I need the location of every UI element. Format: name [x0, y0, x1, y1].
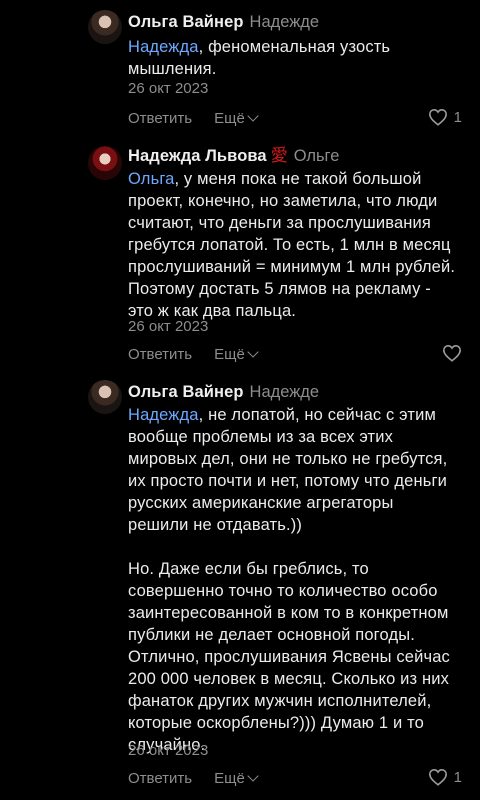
more-label: Ещё	[214, 346, 245, 363]
more-label: Ещё	[214, 110, 245, 127]
avatar[interactable]	[88, 10, 122, 44]
text-line: Отлично, прослушивания Ясвены сейчас	[128, 648, 450, 666]
text-line: проект, конечно, но заметила, что люди	[128, 192, 438, 210]
comment-text: Надежда, не лопатой, но сейчас с этим во…	[128, 404, 464, 756]
author-name[interactable]: Ольга Вайнер	[128, 13, 244, 31]
comment-date: 26 окт 2023	[128, 318, 209, 335]
like-button[interactable]: 1	[428, 768, 462, 786]
heart-icon	[428, 768, 448, 786]
reply-to[interactable]: Надежде	[250, 383, 320, 401]
reply-to[interactable]: Надежде	[250, 13, 320, 31]
text-line: русских американские агрегаторы	[128, 494, 394, 512]
mention-link[interactable]: Ольга	[128, 170, 174, 188]
chevron-down-icon	[247, 770, 259, 782]
heart-icon	[428, 108, 448, 126]
reply-button[interactable]: Ответить	[128, 346, 192, 363]
text-line: мировых дел, они не только не гребутся,	[128, 450, 448, 468]
text-line: совершенно точно то количество особо	[128, 582, 438, 600]
text-line: считают, что деньги за прослушивания	[128, 214, 432, 232]
comment-header: Ольга Вайнер Надежде	[128, 382, 319, 402]
author-name[interactable]: Ольга Вайнер	[128, 383, 244, 401]
text-line: мышления.	[128, 60, 217, 78]
author-badge: 愛	[270, 146, 288, 165]
comment-text: Надежда, феноменальная узость мышления.	[128, 36, 464, 80]
chevron-down-icon	[247, 110, 259, 122]
more-button[interactable]: Ещё	[214, 346, 259, 363]
chevron-down-icon	[247, 346, 259, 358]
mention-link[interactable]: Надежда	[128, 406, 199, 424]
like-button[interactable]	[442, 344, 462, 362]
comment-actions: Ответить Ещё	[128, 346, 259, 363]
text-line: публики не делает основной погоды.	[128, 626, 415, 644]
text-line: которые оскорблены?))) Думаю 1 и то	[128, 714, 424, 732]
comment-date: 26 окт 2023	[128, 742, 209, 759]
text-line: , у меня пока не такой большой	[174, 170, 422, 188]
comment-text: Ольга, у меня пока не такой большой прое…	[128, 168, 464, 322]
text-line: 200 000 человек в месяц. Сколько из них	[128, 670, 449, 688]
text-line: Поэтому достать 5 лямов на рекламу -	[128, 280, 431, 298]
mention-link[interactable]: Надежда	[128, 38, 199, 56]
reply-button[interactable]: Ответить	[128, 110, 192, 127]
comment-header: Надежда Львова 愛 Ольге	[128, 146, 339, 166]
heart-icon	[442, 344, 462, 362]
text-line: Но. Даже если бы греблись, то	[128, 560, 369, 578]
more-label: Ещё	[214, 770, 245, 787]
avatar[interactable]	[88, 146, 122, 180]
reply-button[interactable]: Ответить	[128, 770, 192, 787]
text-line: фанаток других мужчин исполнителей,	[128, 692, 432, 710]
text-line: , не лопатой, но сейчас с этим	[198, 406, 436, 424]
text-line: вообще проблемы из за всех этих	[128, 428, 394, 446]
comment-actions: Ответить Ещё	[128, 770, 259, 787]
text-line: их просто почти и нет, потому что деньги	[128, 472, 448, 490]
avatar[interactable]	[88, 380, 122, 414]
more-button[interactable]: Ещё	[214, 110, 259, 127]
reply-to[interactable]: Ольге	[294, 147, 340, 165]
comment-header: Ольга Вайнер Надежде	[128, 12, 319, 32]
text-line: заинтересованной в ком то в конкретном	[128, 604, 449, 622]
author-name[interactable]: Надежда Львова	[128, 147, 267, 165]
comment-actions: Ответить Ещё	[128, 110, 259, 127]
like-count: 1	[453, 108, 462, 126]
text-line: гребутся лопатой. То есть, 1 млн в месяц	[128, 236, 451, 254]
text-line: , феноменальная узость	[198, 38, 391, 56]
like-count: 1	[453, 768, 462, 786]
text-line: прослушиваний = минимум 1 млн рублей.	[128, 258, 456, 276]
like-button[interactable]: 1	[428, 108, 462, 126]
more-button[interactable]: Ещё	[214, 770, 259, 787]
comment-date: 26 окт 2023	[128, 80, 209, 97]
text-line: решили не отдавать.))	[128, 516, 303, 534]
